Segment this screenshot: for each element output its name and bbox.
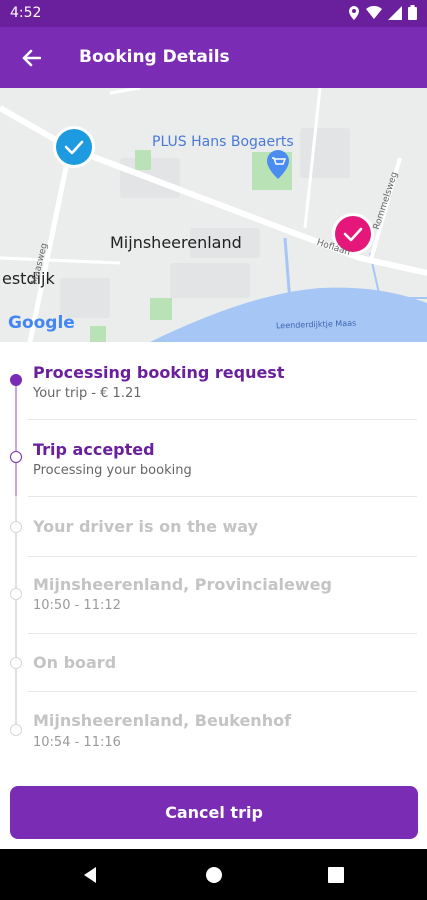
pickup-marker xyxy=(53,126,95,168)
google-logo: Google xyxy=(8,313,75,333)
signal-icon xyxy=(388,5,402,20)
step-dot xyxy=(10,724,22,736)
map-label-store: PLUS Hans Bogaerts xyxy=(152,134,294,150)
status-icons xyxy=(348,5,417,20)
step-subtitle: 10:54 - 11:16 xyxy=(33,735,121,750)
step-dot xyxy=(10,451,22,463)
step-subtitle: Processing your booking xyxy=(33,463,192,478)
step-title: Your driver is on the way xyxy=(33,517,259,536)
arrow-left-icon xyxy=(22,49,41,67)
step-divider xyxy=(28,556,417,557)
nav-home-button[interactable] xyxy=(202,863,226,887)
wifi-icon xyxy=(366,6,382,19)
triangle-back-icon xyxy=(84,867,96,883)
nav-back-button[interactable] xyxy=(78,863,102,887)
step-dot xyxy=(10,521,22,533)
step-subtitle: Your trip - € 1.21 xyxy=(33,386,142,401)
map-label-west-town: estdijk xyxy=(2,269,55,288)
step-dot xyxy=(10,657,22,669)
step-divider xyxy=(28,633,417,634)
map-canvas xyxy=(0,88,427,342)
status-time: 4:52 xyxy=(10,5,42,21)
step-divider xyxy=(28,419,417,420)
back-button[interactable] xyxy=(14,41,48,75)
step-dot xyxy=(10,374,22,386)
step-title: Trip accepted xyxy=(33,440,155,459)
system-nav-bar xyxy=(0,849,427,900)
location-icon xyxy=(349,5,359,20)
map-view[interactable]: PLUS Hans Bogaerts Mijnsheerenland estdi… xyxy=(0,88,427,342)
status-bar: 4:52 xyxy=(0,0,427,27)
page-title: Booking Details xyxy=(79,47,230,67)
step-dot xyxy=(10,588,22,600)
cancel-trip-button[interactable]: Cancel trip xyxy=(10,786,418,839)
step-title: Processing booking request xyxy=(33,363,285,382)
step-title: Mijnsheerenland, Provincialeweg xyxy=(33,575,332,594)
square-recents-icon xyxy=(328,867,344,883)
map-label-town: Mijnsheerenland xyxy=(110,233,242,252)
step-subtitle: 10:50 - 11:12 xyxy=(33,598,121,613)
booking-timeline: Processing booking request Your trip - €… xyxy=(0,342,427,782)
app-bar: Booking Details xyxy=(0,27,427,88)
step-title: Mijnsheerenland, Beukenhof xyxy=(33,711,292,730)
step-title: On board xyxy=(33,653,117,672)
circle-home-icon xyxy=(206,867,222,883)
step-divider xyxy=(28,691,417,692)
timeline-track-active xyxy=(15,380,17,496)
battery-icon xyxy=(408,5,417,20)
nav-recents-button[interactable] xyxy=(324,863,348,887)
step-divider xyxy=(28,496,417,497)
